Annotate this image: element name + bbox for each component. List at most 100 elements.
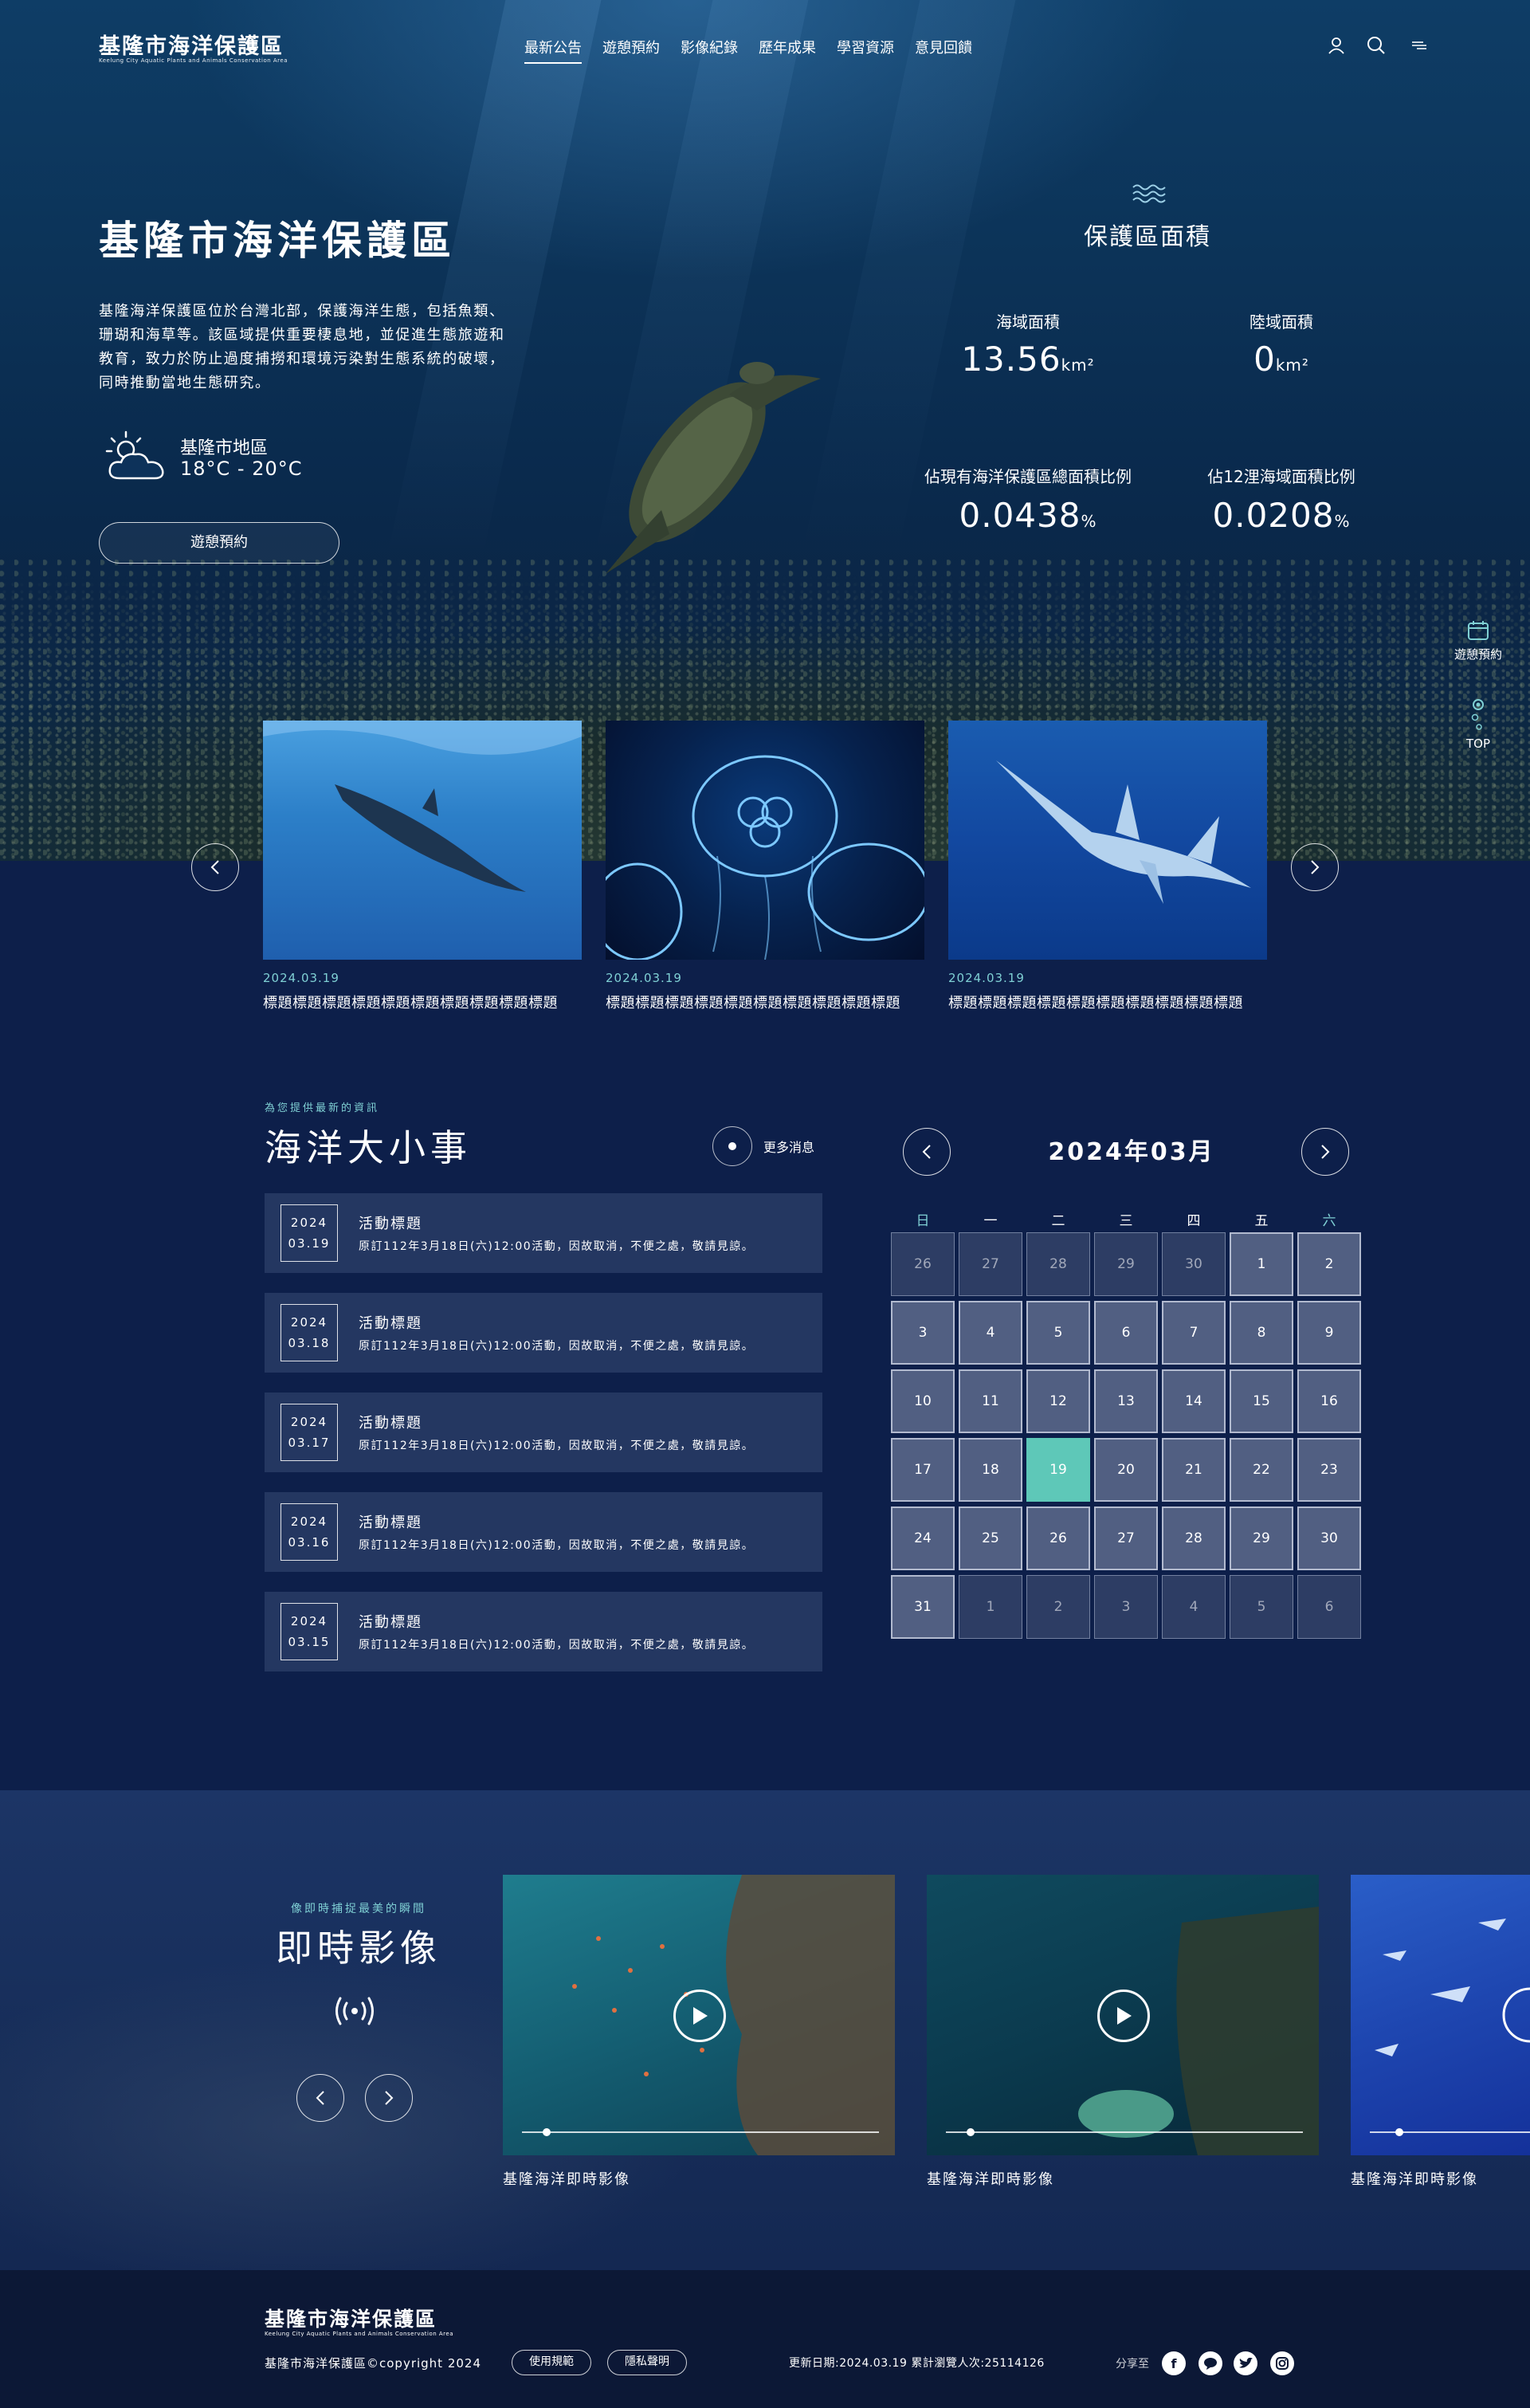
calendar-day[interactable]: 18 (959, 1438, 1022, 1502)
video-progress-bar[interactable] (946, 2131, 1303, 2133)
calendar-prev-button[interactable] (903, 1128, 951, 1176)
nav-item-learning[interactable]: 學習資源 (837, 37, 894, 64)
calendar-day[interactable]: 3 (891, 1301, 955, 1365)
calendar-day[interactable]: 22 (1230, 1438, 1293, 1502)
calendar-day-today[interactable]: 19 (1026, 1438, 1090, 1502)
calendar-day[interactable]: 8 (1230, 1301, 1293, 1365)
calendar-day[interactable]: 15 (1230, 1369, 1293, 1433)
live-prev-button[interactable] (296, 2074, 344, 2122)
nav-item-gallery[interactable]: 影像紀錄 (681, 37, 738, 64)
calendar-day[interactable]: 6 (1297, 1575, 1361, 1639)
weekday-label: 一 (983, 1213, 998, 1229)
calendar-day[interactable]: 25 (959, 1506, 1022, 1570)
news-list-item[interactable]: 2024 03.18 活動標題 原訂112年3月18日(六)12:00活動，因故取… (265, 1293, 822, 1373)
calendar-day[interactable]: 1 (1230, 1232, 1293, 1296)
news-list-item[interactable]: 2024 03.19 活動標題 原訂112年3月18日(六)12:00活動，因故取… (265, 1193, 822, 1273)
calendar-next-button[interactable] (1301, 1128, 1349, 1176)
nav-item-news[interactable]: 最新公告 (524, 37, 582, 64)
calendar-day[interactable]: 7 (1162, 1301, 1226, 1365)
booking-button[interactable]: 遊憩預約 (99, 522, 339, 564)
carousel-card[interactable]: 2024.03.19 標題標題標題標題標題標題標題標題標題標題 (948, 721, 1267, 1012)
stat-value-mpa-ratio: 0.0438% (959, 496, 1097, 535)
calendar-day[interactable]: 6 (1094, 1301, 1158, 1365)
calendar-day[interactable]: 5 (1026, 1301, 1090, 1365)
live-video-player[interactable] (927, 1875, 1319, 2155)
calendar-day[interactable]: 14 (1162, 1369, 1226, 1433)
calendar-day[interactable]: 28 (1026, 1232, 1090, 1296)
side-booking-link[interactable]: 遊憩預約 (1442, 619, 1514, 662)
video-progress-bar[interactable] (1370, 2131, 1530, 2133)
carousel-next-button[interactable] (1291, 843, 1339, 891)
calendar-day[interactable]: 5 (1230, 1575, 1293, 1639)
facebook-icon[interactable]: f (1162, 2351, 1186, 2375)
search-icon[interactable] (1366, 35, 1387, 56)
nav-item-results[interactable]: 歷年成果 (759, 37, 816, 64)
calendar-day[interactable]: 4 (1162, 1575, 1226, 1639)
nav-item-booking[interactable]: 遊憩預約 (602, 37, 660, 64)
calendar-day[interactable]: 2 (1026, 1575, 1090, 1639)
calendar-day[interactable]: 31 (891, 1575, 955, 1639)
live-next-button[interactable] (365, 2074, 413, 2122)
carousel-card-date: 2024.03.19 (948, 971, 1025, 985)
footer-logo[interactable]: 基隆市海洋保護區 (265, 2304, 437, 2332)
user-icon[interactable] (1326, 35, 1347, 56)
calendar-day[interactable]: 13 (1094, 1369, 1158, 1433)
live-video-caption: 基隆海洋即時影像 (503, 2171, 630, 2188)
wave-icon (1132, 184, 1166, 203)
twitter-icon[interactable] (1234, 2351, 1257, 2375)
play-icon[interactable] (1097, 1990, 1150, 2042)
calendar-day[interactable]: 27 (959, 1232, 1022, 1296)
calendar-day[interactable]: 21 (1162, 1438, 1226, 1502)
calendar-day[interactable]: 12 (1026, 1369, 1090, 1433)
video-progress-bar[interactable] (522, 2131, 879, 2133)
play-icon[interactable] (673, 1990, 726, 2042)
weekday-label: 五 (1254, 1213, 1269, 1229)
news-list-item[interactable]: 2024 03.15 活動標題 原訂112年3月18日(六)12:00活動，因故取… (265, 1592, 822, 1671)
calendar-day[interactable]: 16 (1297, 1369, 1361, 1433)
calendar-day[interactable]: 26 (891, 1232, 955, 1296)
news-list-item[interactable]: 2024 03.16 活動標題 原訂112年3月18日(六)12:00活動，因故取… (265, 1492, 822, 1572)
calendar-day[interactable]: 11 (959, 1369, 1022, 1433)
calendar-icon (1468, 621, 1489, 640)
weekday-label: 六 (1322, 1213, 1336, 1229)
terms-button[interactable]: 使用規範 (512, 2350, 591, 2375)
more-news-link[interactable]: 更多消息 (712, 1126, 814, 1166)
site-logo[interactable]: 基隆市海洋保護區 (99, 29, 284, 60)
carousel-prev-button[interactable] (191, 843, 239, 891)
privacy-button[interactable]: 隱私聲明 (607, 2350, 687, 2375)
news-list-item[interactable]: 2024 03.17 活動標題 原訂112年3月18日(六)12:00活動，因故取… (265, 1393, 822, 1472)
calendar-day[interactable]: 23 (1297, 1438, 1361, 1502)
live-video-player[interactable] (1351, 1875, 1530, 2155)
calendar-day[interactable]: 3 (1094, 1575, 1158, 1639)
calendar-day[interactable]: 2 (1297, 1232, 1361, 1296)
menu-icon[interactable] (1409, 35, 1430, 56)
calendar-day[interactable]: 17 (891, 1438, 955, 1502)
calendar-day[interactable]: 4 (959, 1301, 1022, 1365)
calendar-day[interactable]: 30 (1162, 1232, 1226, 1296)
stat-value-land-area: 0km² (1253, 340, 1309, 379)
news-item-title: 活動標題 (359, 1415, 422, 1432)
calendar-day[interactable]: 26 (1026, 1506, 1090, 1570)
calendar-day[interactable]: 29 (1230, 1506, 1293, 1570)
instagram-icon[interactable] (1270, 2351, 1294, 2375)
calendar-day[interactable]: 24 (891, 1506, 955, 1570)
carousel-card[interactable]: 2024.03.19 標題標題標題標題標題標題標題標題標題標題 (606, 721, 924, 1012)
calendar-day[interactable]: 28 (1162, 1506, 1226, 1570)
line-icon[interactable] (1198, 2351, 1222, 2375)
nav-item-feedback[interactable]: 意見回饋 (915, 37, 972, 64)
carousel-card[interactable]: 2024.03.19 標題標題標題標題標題標題標題標題標題標題 (263, 721, 582, 1012)
calendar-day[interactable]: 10 (891, 1369, 955, 1433)
news-item-desc: 原訂112年3月18日(六)12:00活動，因故取消，不便之處，敬請見諒。 (359, 1539, 755, 1552)
calendar-day[interactable]: 9 (1297, 1301, 1361, 1365)
chevron-left-icon (316, 2091, 324, 2105)
calendar-month-title: 2024年03月 (1048, 1138, 1215, 1166)
calendar-day[interactable]: 1 (959, 1575, 1022, 1639)
calendar-day[interactable]: 30 (1297, 1506, 1361, 1570)
calendar-day[interactable]: 20 (1094, 1438, 1158, 1502)
calendar-day[interactable]: 27 (1094, 1506, 1158, 1570)
calendar-day[interactable]: 29 (1094, 1232, 1158, 1296)
back-to-top-button[interactable]: TOP (1442, 698, 1514, 751)
live-video-player[interactable] (503, 1875, 895, 2155)
video-progress-knob[interactable] (1395, 2128, 1403, 2136)
weather-temperature: 18°C - 20°C (180, 458, 303, 480)
